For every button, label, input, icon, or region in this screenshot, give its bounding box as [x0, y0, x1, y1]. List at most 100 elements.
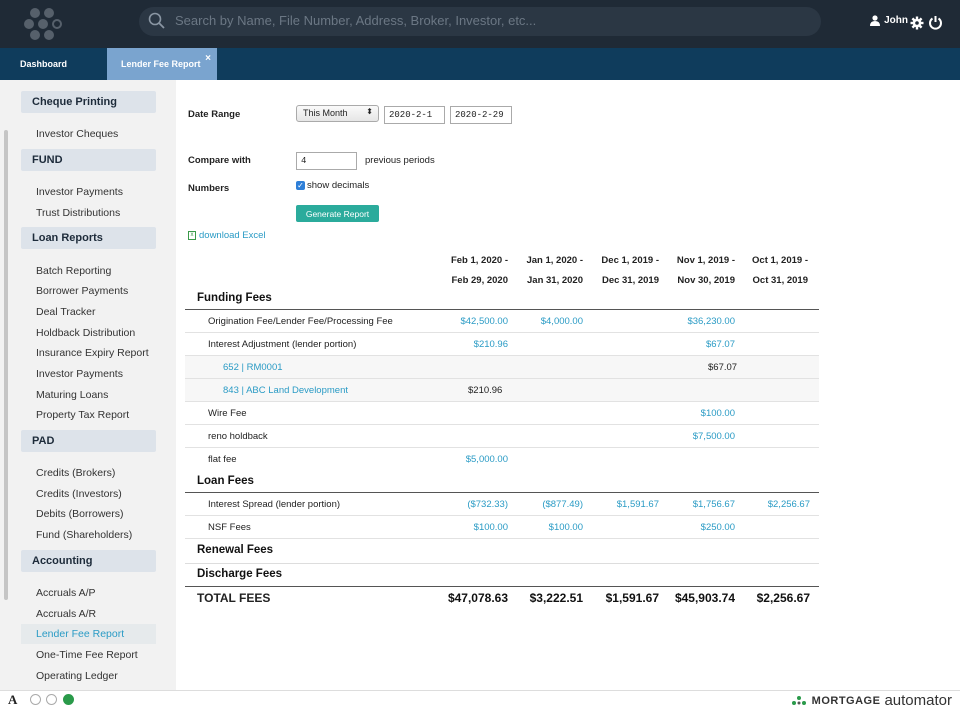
checkbox-checked-icon: ✓ — [296, 181, 305, 190]
sidebar-section-pad[interactable]: PAD — [21, 430, 156, 452]
row-value[interactable]: $210.96 — [428, 339, 508, 350]
row-value[interactable]: $100.00 — [428, 522, 508, 533]
row-value[interactable]: ($732.33) — [428, 499, 508, 510]
app-logo[interactable] — [22, 6, 72, 42]
row-value[interactable]: $2,256.67 — [730, 499, 810, 510]
total-value: $2,256.67 — [756, 591, 810, 605]
column-header-end: Dec 31, 2019 — [601, 275, 659, 286]
sidebar-item-deal-tracker[interactable]: Deal Tracker — [36, 306, 96, 318]
row-value[interactable]: $250.00 — [655, 522, 735, 533]
table-row: Origination Fee/Lender Fee/Processing Fe… — [185, 310, 819, 333]
font-size-icon[interactable]: A — [8, 692, 17, 708]
end-date-field[interactable]: 2020-2-29 — [450, 106, 512, 124]
compare-periods-field[interactable]: 4 — [296, 152, 357, 170]
sidebar-item-credits-investors[interactable]: Credits (Investors) — [36, 488, 122, 500]
neutral-face-icon[interactable] — [46, 694, 57, 705]
row-label-link[interactable]: 843 | ABC Land Development — [223, 385, 348, 396]
row-value[interactable]: $42,500.00 — [428, 316, 508, 327]
table-row: 843 | ABC Land Development $210.96 — [185, 379, 819, 402]
sidebar-item-trust-distributions[interactable]: Trust Distributions — [36, 207, 120, 219]
download-excel-label: download Excel — [199, 230, 266, 241]
group-renewal-fees: Renewal Fees — [197, 544, 274, 556]
excel-icon: x — [188, 231, 196, 240]
sidebar-item-holdback-distribution[interactable]: Holdback Distribution — [36, 327, 135, 339]
previous-periods-label: previous periods — [365, 155, 435, 166]
row-label-link[interactable]: 652 | RM0001 — [223, 362, 283, 373]
generate-report-button[interactable]: Generate Report — [296, 205, 379, 222]
start-date-field[interactable]: 2020-2-1 — [384, 106, 445, 124]
brand-logo: MORTGAGE automator — [790, 692, 952, 709]
total-value: $45,903.74 — [674, 591, 735, 605]
sidebar-item-investor-payments[interactable]: Investor Payments — [36, 186, 123, 198]
sidebar-item-insurance-expiry-report[interactable]: Insurance Expiry Report — [36, 347, 149, 359]
sidebar-section-accounting[interactable]: Accounting — [21, 550, 156, 572]
search-icon — [148, 12, 165, 29]
column-header-start: Dec 1, 2019 - — [601, 255, 659, 266]
sidebar-item-borrower-payments[interactable]: Borrower Payments — [36, 285, 128, 297]
row-label: Interest Spread (lender portion) — [208, 499, 341, 510]
sidebar-item-accruals-ar[interactable]: Accruals A/R — [36, 608, 96, 620]
sidebar-item-operating-ledger[interactable]: Operating Ledger — [36, 670, 118, 682]
search-input[interactable] — [175, 13, 795, 28]
row-value[interactable]: $5,000.00 — [428, 454, 508, 465]
column-header: Jan 1, 2020 - Jan 31, 2020 — [503, 251, 583, 291]
show-decimals-label: show decimals — [307, 180, 370, 191]
column-header: Nov 1, 2019 - Nov 30, 2019 — [655, 251, 735, 291]
power-icon[interactable] — [928, 15, 943, 30]
report-panel: Date Range This Month ⬍ 2020-2-1 2020-2-… — [176, 80, 960, 690]
column-header-end: Jan 31, 2020 — [527, 275, 583, 286]
sidebar-item-maturing-loans[interactable]: Maturing Loans — [36, 389, 108, 401]
row-value[interactable]: $100.00 — [655, 408, 735, 419]
close-icon[interactable]: × — [205, 53, 211, 64]
tab-dashboard[interactable]: Dashboard — [20, 48, 67, 80]
group-divider — [185, 586, 819, 587]
row-value[interactable]: $1,756.67 — [655, 499, 735, 510]
row-value[interactable]: $1,591.67 — [579, 499, 659, 510]
table-row: Wire Fee $100.00 — [185, 402, 819, 425]
group-funding-fees: Funding Fees — [197, 292, 272, 304]
sidebar-item-credits-brokers[interactable]: Credits (Brokers) — [36, 467, 115, 479]
column-header-end: Nov 30, 2019 — [677, 275, 735, 286]
sidebar-item-investor-payments-2[interactable]: Investor Payments — [36, 368, 123, 380]
sidebar-item-property-tax-report[interactable]: Property Tax Report — [36, 409, 129, 421]
sidebar-item-debits-borrowers[interactable]: Debits (Borrowers) — [36, 508, 124, 520]
row-value[interactable]: $4,000.00 — [503, 316, 583, 327]
column-header: Feb 1, 2020 - Feb 29, 2020 — [428, 251, 508, 291]
column-header: Dec 1, 2019 - Dec 31, 2019 — [579, 251, 659, 291]
table-row: NSF Fees $100.00 $100.00 $250.00 — [185, 516, 819, 539]
sidebar-scrollbar[interactable] — [4, 130, 8, 600]
user-name: John — [884, 15, 908, 26]
sidebar-item-fund-shareholders[interactable]: Fund (Shareholders) — [36, 529, 132, 541]
sidebar-section-cheque-printing[interactable]: Cheque Printing — [21, 91, 156, 113]
user-icon — [870, 15, 881, 26]
total-value: $47,078.63 — [447, 591, 508, 605]
user-menu[interactable]: John — [870, 15, 908, 26]
sidebar: Cheque Printing Investor Cheques FUND In… — [0, 80, 176, 690]
column-header-start: Nov 1, 2019 - — [676, 255, 735, 266]
sidebar-item-investor-cheques[interactable]: Investor Cheques — [36, 128, 118, 140]
row-value[interactable]: $100.00 — [503, 522, 583, 533]
tab-lender-fee-report-label: Lender Fee Report — [121, 59, 201, 69]
row-value[interactable]: $36,230.00 — [655, 316, 735, 327]
sidebar-section-fund[interactable]: FUND — [21, 149, 156, 171]
row-value: $67.07 — [708, 362, 738, 373]
row-value[interactable]: $7,500.00 — [655, 431, 735, 442]
sad-face-icon[interactable] — [30, 694, 41, 705]
download-excel-link[interactable]: x download Excel — [188, 230, 266, 241]
gear-icon[interactable] — [910, 16, 924, 30]
row-value[interactable]: ($877.49) — [503, 499, 583, 510]
sidebar-section-loan-reports[interactable]: Loan Reports — [21, 227, 156, 249]
top-bar: John — [0, 0, 960, 48]
tab-lender-fee-report[interactable]: Lender Fee Report × — [107, 48, 217, 80]
happy-face-icon[interactable] — [63, 694, 74, 705]
date-range-select[interactable]: This Month ⬍ — [296, 105, 379, 122]
show-decimals-checkbox[interactable]: ✓ show decimals — [296, 180, 369, 191]
row-label: NSF Fees — [208, 522, 251, 533]
sidebar-item-accruals-ap[interactable]: Accruals A/P — [36, 587, 96, 599]
row-value[interactable]: $67.07 — [655, 339, 735, 350]
sidebar-item-one-time-fee-report[interactable]: One-Time Fee Report — [36, 649, 138, 661]
footer-bar: A MORTGAGE automator — [0, 690, 960, 709]
sidebar-item-lender-fee-report[interactable]: Lender Fee Report — [21, 624, 156, 644]
sidebar-item-batch-reporting[interactable]: Batch Reporting — [36, 265, 111, 277]
row-label: Interest Adjustment (lender portion) — [208, 339, 357, 350]
